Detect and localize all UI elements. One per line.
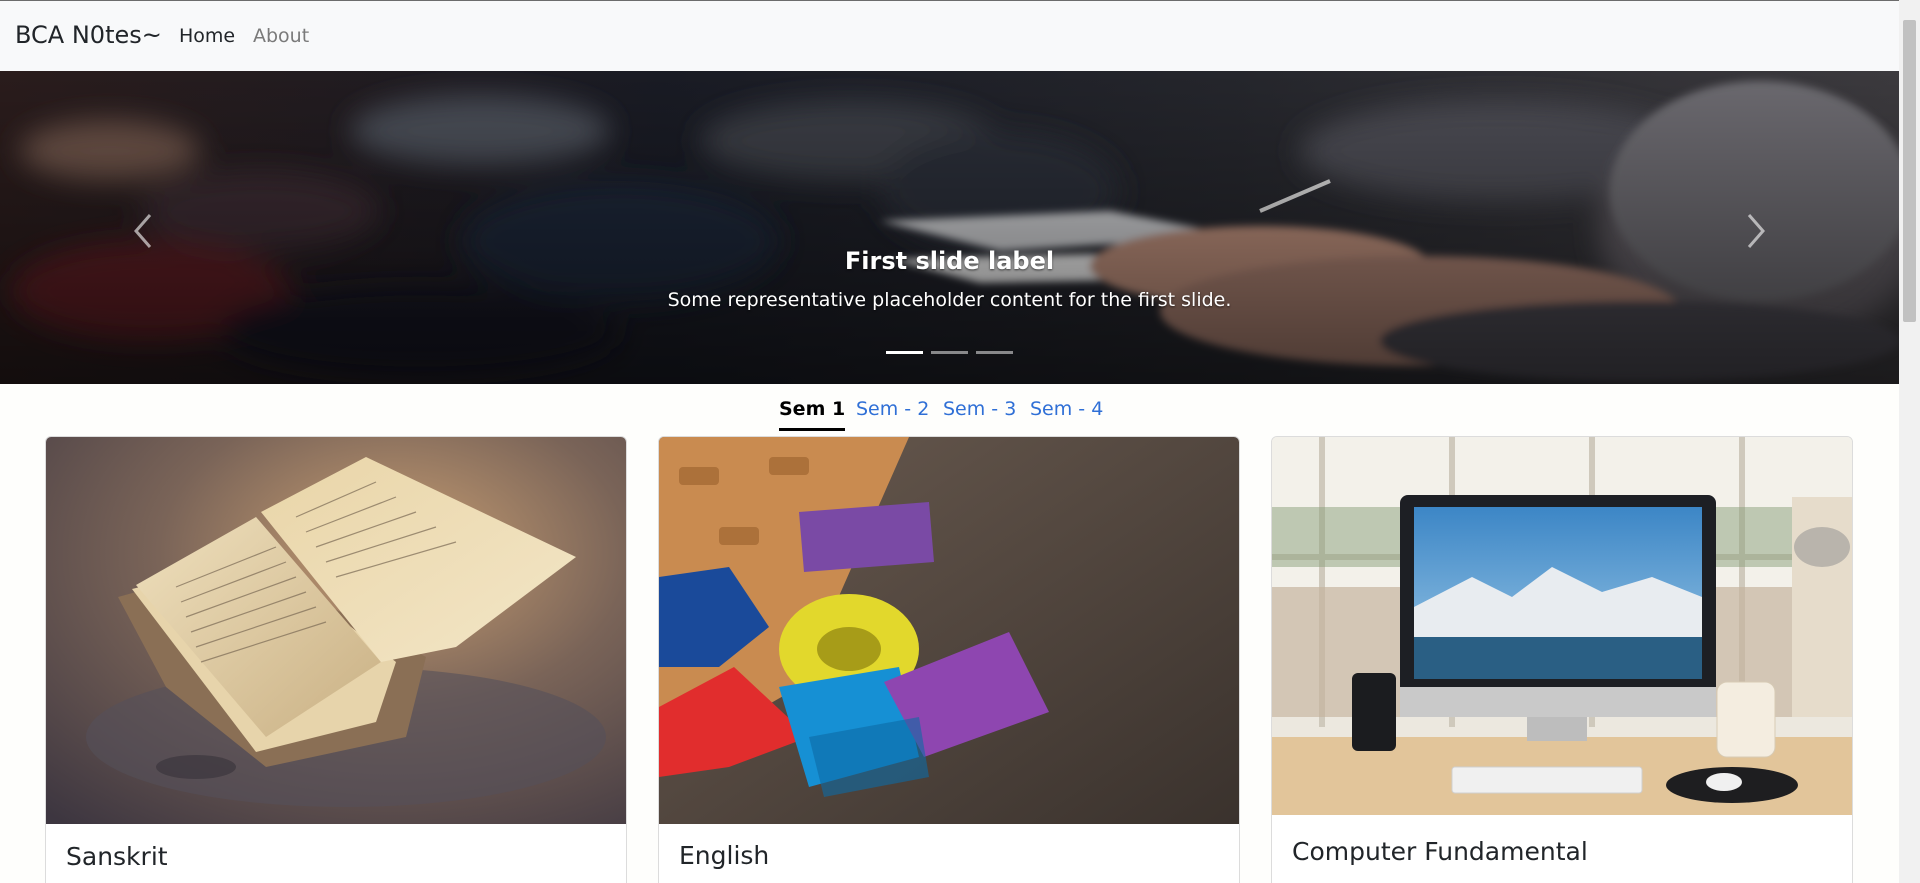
desktop-computer-image: [1272, 437, 1852, 815]
scrollbar-thumb[interactable]: [1903, 20, 1916, 322]
card-title-sanskrit[interactable]: Sanskrit: [66, 842, 168, 871]
page: BCA N0tes~ Home About First slide label …: [0, 0, 1899, 883]
hero-carousel: First slide label Some representative pl…: [0, 71, 1899, 384]
tab-sem-2[interactable]: Sem - 2: [856, 398, 929, 420]
carousel-caption-title: First slide label: [844, 247, 1055, 275]
nav-link-about[interactable]: About: [253, 25, 309, 47]
open-book-image: [46, 437, 626, 824]
alphabet-blocks-image: [659, 437, 1239, 824]
subject-card-english[interactable]: English: [658, 436, 1240, 883]
card-title-computer-fundamental[interactable]: Computer Fundamental: [1292, 837, 1588, 866]
navbar: BCA N0tes~ Home About: [0, 0, 1899, 71]
page-scrollbar[interactable]: [1899, 0, 1920, 883]
carousel-indicator-3[interactable]: [976, 351, 1013, 354]
subject-card-computer-fundamental[interactable]: Computer Fundamental: [1271, 436, 1853, 883]
tab-sem-1[interactable]: Sem 1: [779, 398, 846, 431]
brand-logo[interactable]: BCA N0tes~: [15, 21, 162, 49]
nav-link-home[interactable]: Home: [179, 25, 235, 47]
carousel-indicator-1[interactable]: [886, 351, 923, 354]
semester-tabs: Sem 1 Sem - 2 Sem - 3 Sem - 4: [0, 390, 1899, 438]
carousel-slide-image: [0, 71, 1899, 384]
subject-card-sanskrit[interactable]: Sanskrit: [45, 436, 627, 883]
card-title-english[interactable]: English: [679, 841, 769, 870]
tab-sem-3[interactable]: Sem - 3: [943, 398, 1016, 420]
tab-sem-4[interactable]: Sem - 4: [1030, 398, 1103, 420]
carousel-indicator-2[interactable]: [931, 351, 968, 354]
carousel-caption-text: Some representative placeholder content …: [667, 289, 1232, 311]
